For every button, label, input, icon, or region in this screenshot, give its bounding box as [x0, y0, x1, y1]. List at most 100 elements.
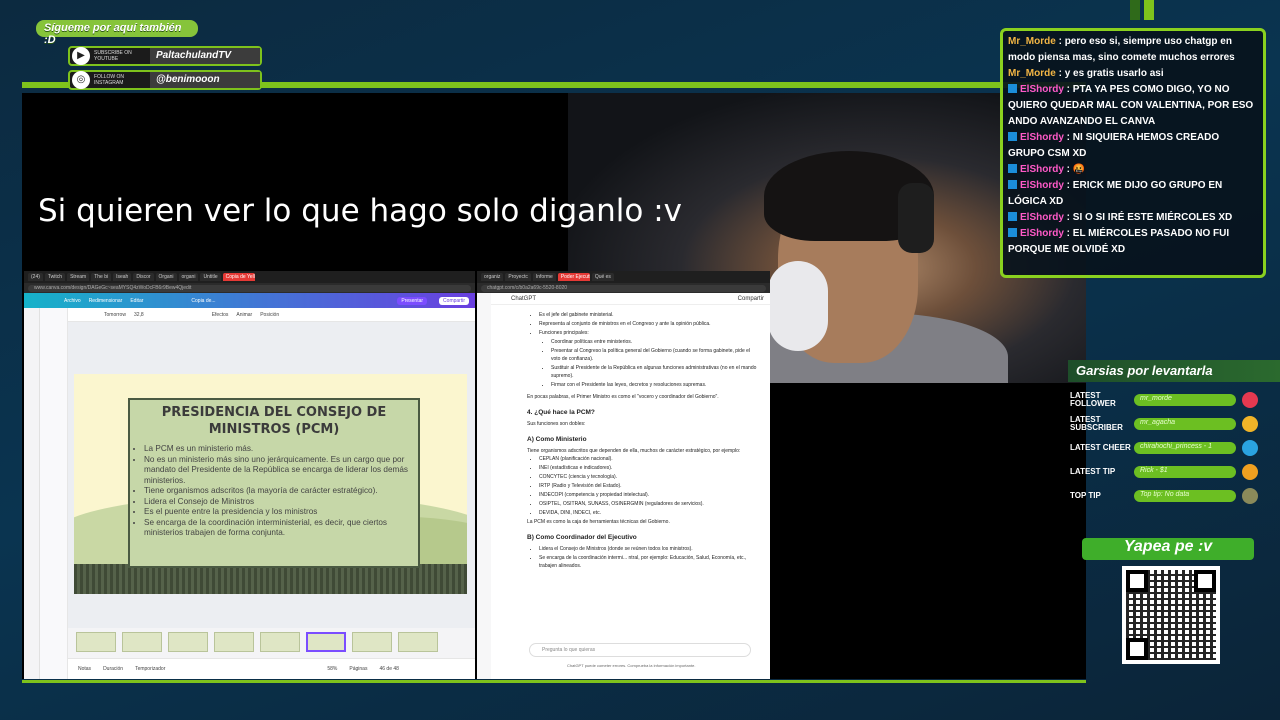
instagram-name: @benimooon [150, 72, 260, 88]
browser-tab[interactable]: organiz [481, 273, 504, 281]
canva-toolbar: Tomorrow 32,8 Efectos Animar Posición [68, 308, 475, 322]
youtube-row[interactable]: ▶ SUBSCRIBE ON YOUTUBE PaltachulandTV [68, 46, 262, 66]
effects-button[interactable]: Efectos [212, 312, 229, 318]
screen-capture: Si quieren ver lo que hago solo diganlo … [22, 93, 1086, 679]
font-size-input[interactable]: 32,8 [134, 312, 144, 318]
app-title[interactable]: ChatGPT [511, 296, 536, 302]
duration-button[interactable]: Duración [103, 666, 123, 672]
social-header: Sígueme por aquí también :D [36, 20, 198, 46]
browser-tab[interactable]: The bi [91, 273, 112, 281]
zoom-level[interactable]: 58% [327, 666, 337, 672]
stat-value: mr_morde [1134, 394, 1236, 406]
present-button[interactable]: Presentar [397, 296, 428, 305]
section-heading: 4. ¿Qué hace la PCM? [527, 409, 595, 416]
chatgpt-sidebar[interactable] [477, 293, 491, 679]
chat-text: 🤬 [1072, 164, 1086, 175]
chatgpt-tabbar: organiz Proyectc Informe Poder Ejecutivo… [477, 271, 770, 283]
canva-tabbar: (24) Twitch Stream The bi Iseah Discor O… [24, 271, 475, 283]
stat-label: TOP TIP [1070, 491, 1101, 500]
notes-button[interactable]: Notas [78, 666, 91, 672]
intro-list: Es el jefe del gabinete ministerial. Rep… [527, 311, 757, 337]
browser-tab-active[interactable]: Copia de Yello [222, 273, 255, 281]
menu-redimensionar[interactable]: Redimensionar [89, 298, 123, 304]
badge-icon [1008, 132, 1017, 141]
organisms-list: CEPLAN (planificación nacional). INEI (e… [527, 455, 757, 517]
slide-thumbnail[interactable] [122, 632, 162, 652]
chat-separator: : [1063, 84, 1073, 95]
bg-stripe-bottom [22, 680, 1086, 683]
slide-thumbnail[interactable] [352, 632, 392, 652]
doc-name[interactable]: Copia de... [191, 298, 215, 304]
browser-tab[interactable]: Qué es [591, 273, 614, 281]
chat-username[interactable]: ElShordy [1020, 180, 1064, 191]
badge-icon [1008, 212, 1017, 221]
list-item: INEI (estadísticas e indicadores). [539, 464, 757, 472]
url-input[interactable]: chatgpt.com/c/b0a2a69c-5520-8020 [481, 284, 766, 292]
instagram-icon: ◎ [72, 71, 90, 89]
animate-button[interactable]: Animar [236, 312, 252, 318]
slide-bullet: Tiene organismos adscritos (la mayoría d… [144, 486, 412, 497]
chat-username[interactable]: ElShordy [1020, 164, 1064, 175]
chatgpt-response: Es el jefe del gabinete ministerial. Rep… [527, 311, 757, 571]
browser-tab[interactable]: Stream [67, 273, 90, 281]
browser-tab[interactable]: Untitle [200, 273, 221, 281]
chat-separator: : [1063, 164, 1073, 175]
stat-row: LATEST SUBSCRIBER mr_agacha [1070, 414, 1262, 434]
page-counter: 46 de 48 [379, 666, 399, 672]
chat-message: ElShordy : SI O SI IRÉ ESTE MIÉRCOLES XD [1008, 210, 1258, 226]
slide-bullets[interactable]: La PCM es un ministerio más. No es un mi… [130, 444, 418, 539]
slide-bullet: La PCM es un ministerio más. [144, 444, 412, 455]
chat-username[interactable]: Mr_Morde [1008, 36, 1056, 47]
chat-username[interactable]: ElShordy [1020, 212, 1064, 223]
chat-username[interactable]: ElShordy [1020, 132, 1064, 143]
font-select[interactable]: Tomorrow [104, 312, 126, 318]
slide-thumbnail[interactable] [168, 632, 208, 652]
instagram-label: FOLLOW ON INSTAGRAM [94, 74, 125, 86]
slide-thumbnail[interactable] [76, 632, 116, 652]
position-button[interactable]: Posición [260, 312, 279, 318]
slide-bullet: Se encarga de la coordinación interminis… [144, 518, 412, 539]
gem-icon [1242, 440, 1258, 456]
pages-button[interactable]: Páginas [349, 666, 367, 672]
chat-username[interactable]: ElShordy [1020, 228, 1064, 239]
instagram-row[interactable]: ◎ FOLLOW ON INSTAGRAM @benimooon [68, 70, 262, 90]
browser-tab[interactable]: Discor [133, 273, 154, 281]
youtube-icon: ▶ [72, 47, 90, 65]
canva-sidebar[interactable] [24, 308, 40, 679]
qr-corner [1126, 638, 1148, 660]
chat-message: ElShordy : EL MIÉRCOLES PASADO NO FUI PO… [1008, 226, 1258, 258]
chat-message: ElShordy : 🤬 [1008, 162, 1258, 178]
prompt-input[interactable]: Pregunta lo que quieras [529, 643, 751, 657]
slide-thumbnail[interactable] [398, 632, 438, 652]
menu-archivo[interactable]: Archivo [64, 298, 81, 304]
slide-thumbnail[interactable] [214, 632, 254, 652]
chatgpt-header: ChatGPT Compartir [491, 293, 770, 305]
browser-tab[interactable]: organi [178, 273, 199, 281]
browser-tab[interactable]: Organi [155, 273, 177, 281]
chat-username[interactable]: Mr_Morde [1008, 68, 1056, 79]
chatgpt-window: organiz Proyectc Informe Poder Ejecutivo… [477, 271, 770, 679]
list-item: OSIPTEL, OSITRAN, SUNASS, OSINERGMIN (re… [539, 500, 757, 508]
browser-tab[interactable]: Proyectc [505, 273, 531, 281]
share-button[interactable]: Compartir [738, 296, 764, 302]
star-icon [1242, 416, 1258, 432]
slide-thumbnail-active[interactable] [306, 632, 346, 652]
browser-tab[interactable]: Iseah [113, 273, 132, 281]
canva-tools-panel[interactable] [40, 308, 68, 679]
browser-tab[interactable]: (24) [28, 273, 43, 281]
slide-title[interactable]: PRESIDENCIA DEL CONSEJO DE MINISTROS (PC… [130, 404, 418, 438]
slide-thumbnail[interactable] [260, 632, 300, 652]
slide-bullet: No es un ministerio más sino uno jerárqu… [144, 455, 412, 487]
browser-tab-active[interactable]: Poder Ejecutivo [557, 273, 590, 281]
timer-button[interactable]: Temporizador [135, 666, 165, 672]
browser-tab[interactable]: Twitch [44, 273, 66, 281]
chat-username[interactable]: ElShordy [1020, 84, 1064, 95]
share-button[interactable]: Compartir [439, 296, 469, 305]
menu-editar[interactable]: Editar [130, 298, 143, 304]
url-input[interactable]: www.canva.com/design/DAGeGc~seaMYSQ4zWoD… [28, 284, 471, 292]
stat-row: LATEST FOLLOWER mr_morde [1070, 390, 1262, 410]
browser-tab[interactable]: Informe [532, 273, 556, 281]
slide-text-box[interactable]: PRESIDENCIA DEL CONSEJO DE MINISTROS (PC… [128, 398, 420, 568]
slide-canvas[interactable]: PRESIDENCIA DEL CONSEJO DE MINISTROS (PC… [74, 374, 467, 594]
coordinator-list: Lidera el Consejo de Ministros (donde se… [527, 545, 757, 570]
